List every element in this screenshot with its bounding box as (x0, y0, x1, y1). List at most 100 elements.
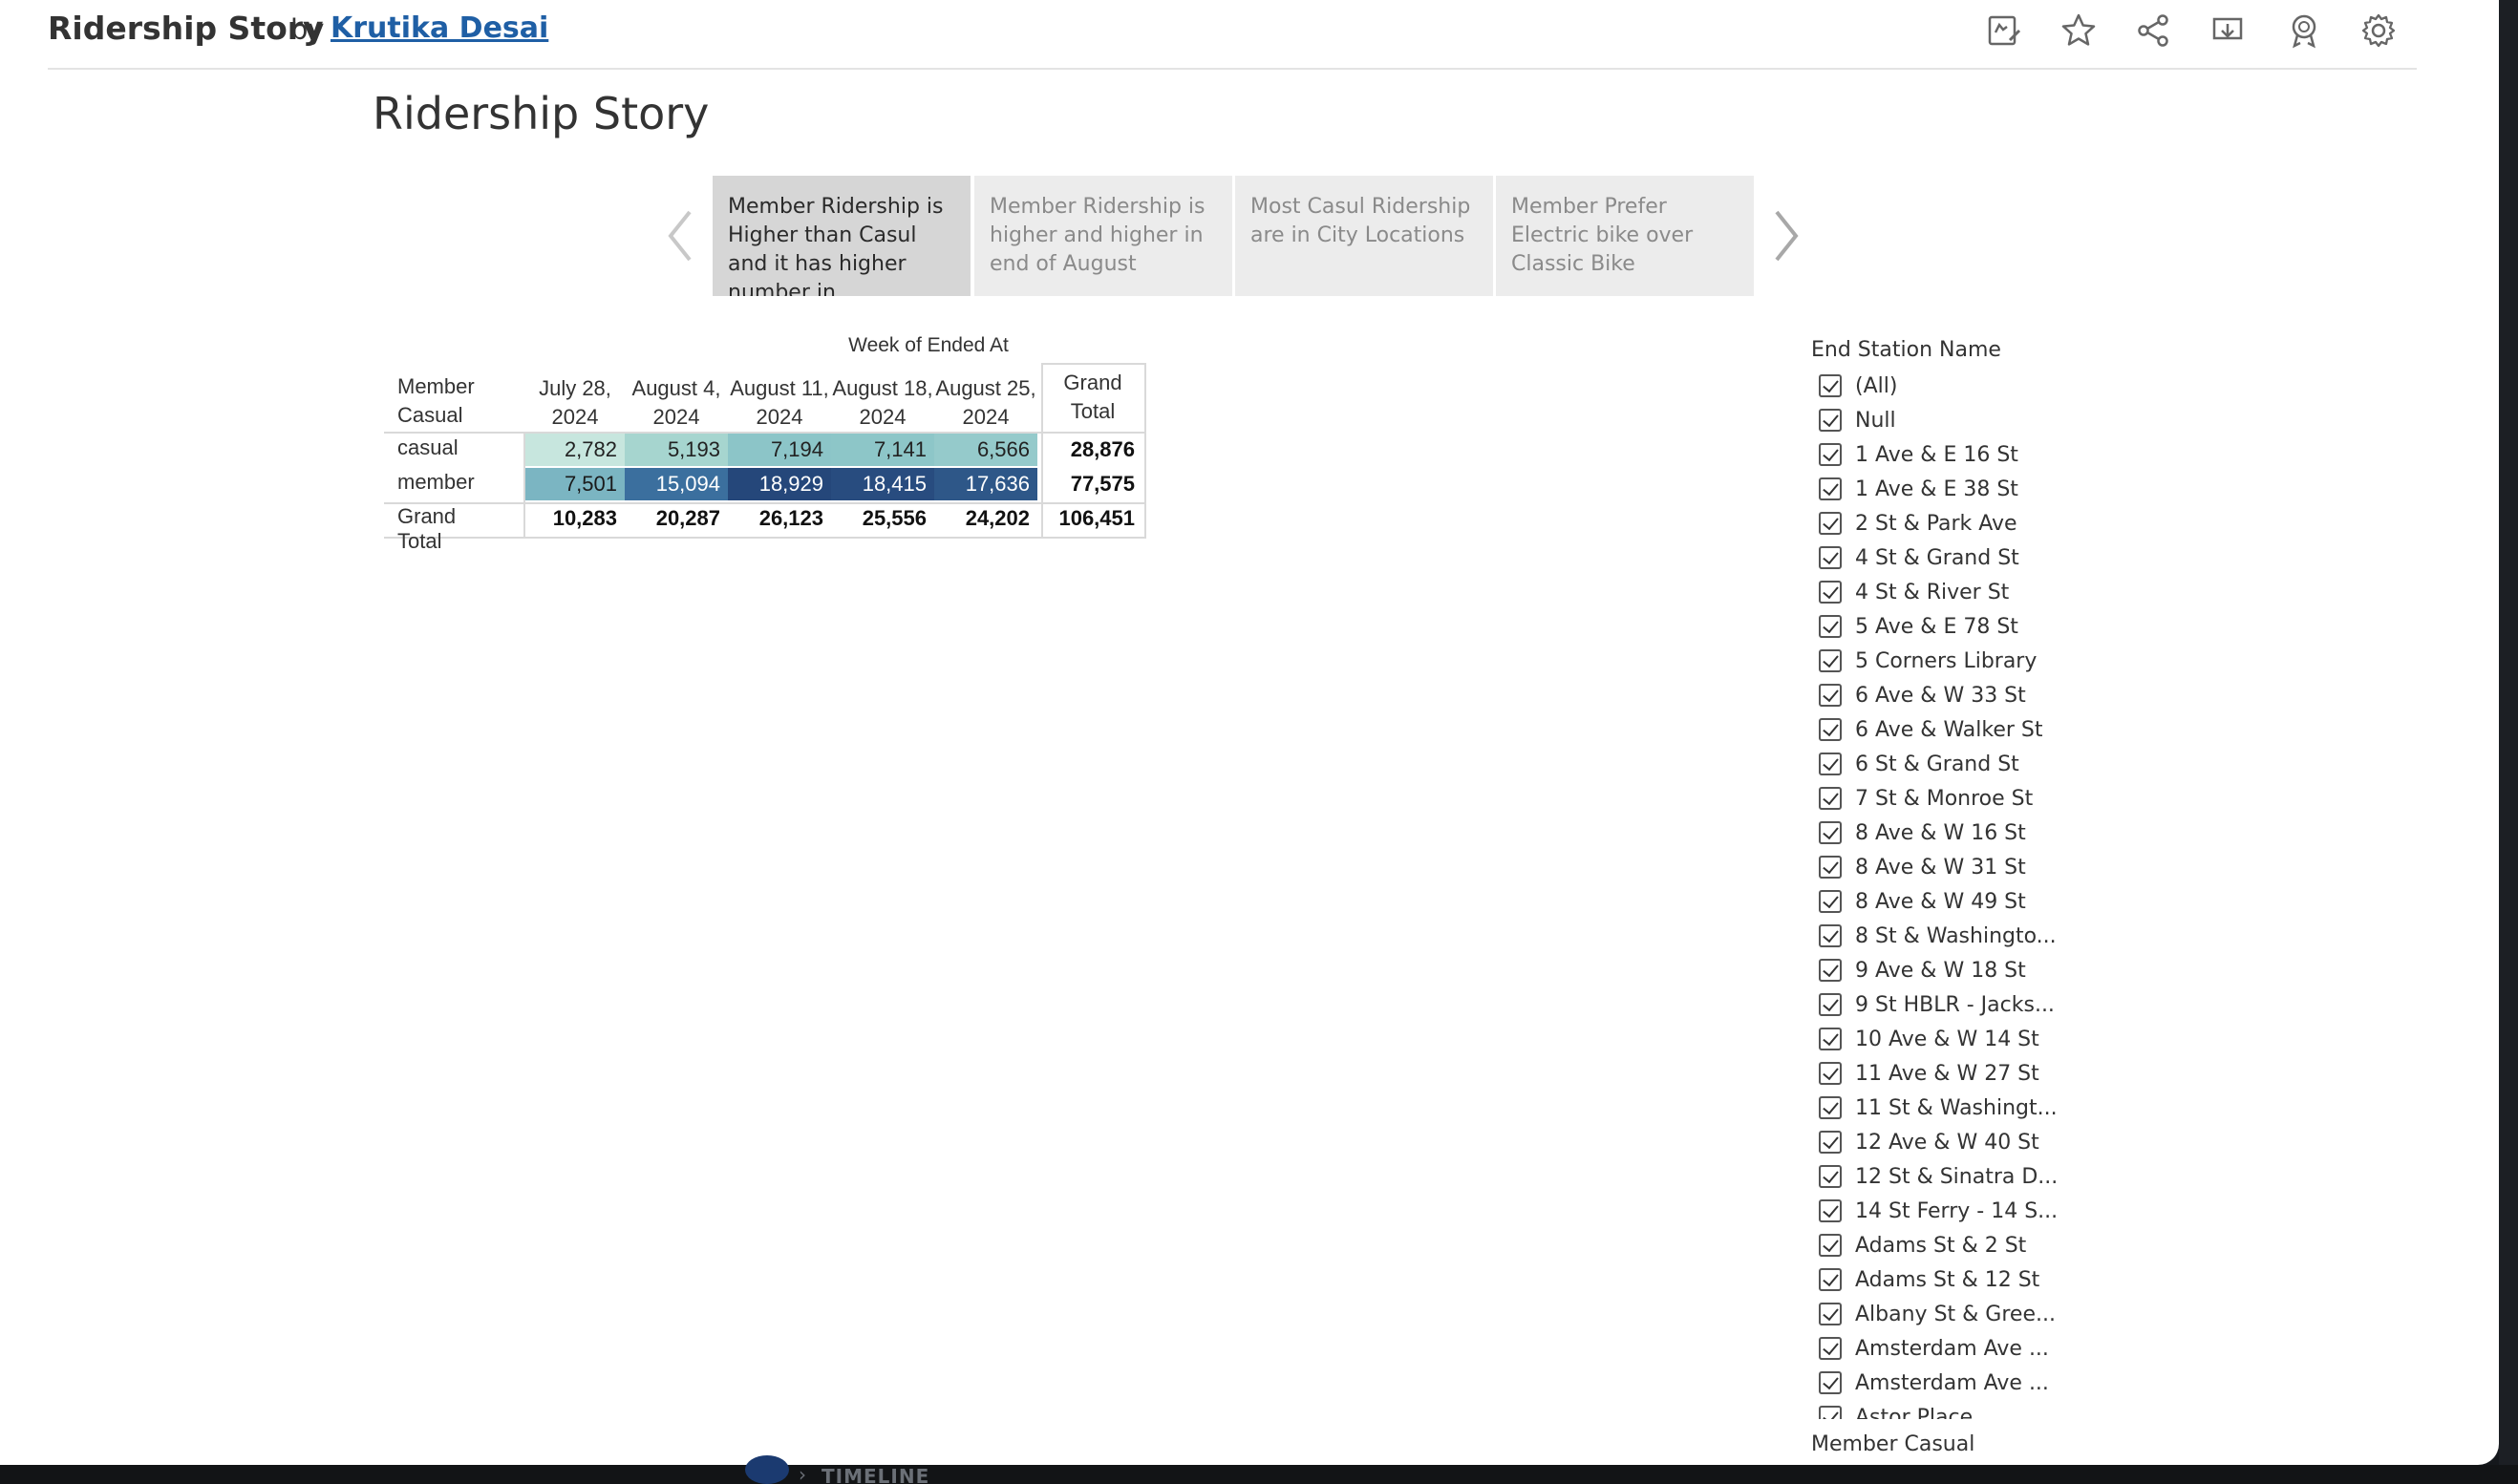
checkbox-checked-icon[interactable] (1819, 1371, 1842, 1394)
divider (1144, 363, 1146, 539)
filter-item[interactable]: 8 Ave & W 31 St (1815, 850, 2121, 884)
cell-casual-total[interactable]: 28,876 (1043, 434, 1142, 466)
filter-item[interactable]: 6 St & Grand St (1815, 747, 2121, 781)
story-point-4[interactable]: Member Prefer Electric bike over Classic… (1496, 176, 1754, 296)
cell-member-total[interactable]: 77,575 (1043, 468, 1142, 500)
cell-total-1[interactable]: 10,283 (525, 502, 625, 535)
checkbox-checked-icon[interactable] (1819, 821, 1842, 844)
badge-icon[interactable] (2285, 11, 2323, 50)
checkbox-checked-icon[interactable] (1819, 477, 1842, 500)
filter-item[interactable]: Albany St & Gree... (1815, 1297, 2121, 1331)
checkbox-checked-icon[interactable] (1819, 1234, 1842, 1257)
checkbox-checked-icon[interactable] (1819, 615, 1842, 638)
filter-item[interactable]: 1 Ave & E 38 St (1815, 472, 2121, 506)
filter-item[interactable]: 4 St & River St (1815, 575, 2121, 609)
story-point-1[interactable]: Member Ridership is Higher than Casul an… (713, 176, 971, 296)
filter-item[interactable]: Adams St & 12 St (1815, 1262, 2121, 1297)
checkbox-checked-icon[interactable] (1819, 443, 1842, 466)
cell-casual-5[interactable]: 6,566 (934, 434, 1037, 466)
filter-item[interactable]: 10 Ave & W 14 St (1815, 1022, 2121, 1056)
checkbox-checked-icon[interactable] (1819, 1165, 1842, 1188)
filter-item[interactable]: 12 Ave & W 40 St (1815, 1125, 2121, 1159)
filter-item-label: Adams St & 12 St (1855, 1267, 2040, 1292)
story-point-2[interactable]: Member Ridership is higher and higher in… (974, 176, 1232, 296)
checkbox-checked-icon[interactable] (1819, 1406, 1842, 1419)
cell-casual-4[interactable]: 7,141 (831, 434, 934, 466)
filter-item[interactable]: 2 St & Park Ave (1815, 506, 2121, 541)
checkbox-checked-icon[interactable] (1819, 924, 1842, 947)
filter-item-label: 1 Ave & E 16 St (1855, 442, 2018, 467)
checkbox-checked-icon[interactable] (1819, 993, 1842, 1016)
share-icon[interactable] (2134, 11, 2172, 50)
filter-item[interactable]: 8 Ave & W 49 St (1815, 884, 2121, 919)
cell-member-5[interactable]: 17,636 (934, 468, 1037, 500)
filter-item[interactable]: 4 St & Grand St (1815, 541, 2121, 575)
checkbox-checked-icon[interactable] (1819, 649, 1842, 672)
checkbox-checked-icon[interactable] (1819, 890, 1842, 913)
checkbox-checked-icon[interactable] (1819, 374, 1842, 397)
filter-item[interactable]: 9 St HBLR - Jacks... (1815, 987, 2121, 1022)
story-point-3[interactable]: Most Casul Ridership are in City Locatio… (1235, 176, 1493, 296)
checkbox-checked-icon[interactable] (1819, 581, 1842, 604)
checkbox-checked-icon[interactable] (1819, 1028, 1842, 1050)
cell-casual-1[interactable]: 2,782 (525, 434, 625, 466)
filter-item[interactable]: 11 St & Washingt... (1815, 1091, 2121, 1125)
checkbox-checked-icon[interactable] (1819, 1096, 1842, 1119)
cell-casual-3[interactable]: 7,194 (728, 434, 831, 466)
filter-item[interactable]: 14 St Ferry - 14 S... (1815, 1194, 2121, 1228)
checkbox-checked-icon[interactable] (1819, 1303, 1842, 1325)
filter-item[interactable]: Amsterdam Ave ... (1815, 1331, 2121, 1366)
download-icon[interactable] (2209, 11, 2247, 50)
filter-item[interactable]: 6 Ave & Walker St (1815, 712, 2121, 747)
chevron-right-icon[interactable] (1769, 208, 1803, 264)
checkbox-checked-icon[interactable] (1819, 959, 1842, 982)
settings-icon[interactable] (2359, 11, 2398, 50)
checkbox-checked-icon[interactable] (1819, 856, 1842, 879)
cell-total-4[interactable]: 25,556 (831, 502, 934, 535)
week-header-5: August 25, 2024 (935, 376, 1036, 429)
end-station-filter-list[interactable]: (All) Null 1 Ave & E 16 St 1 Ave & E 38 St 2… (1815, 369, 2121, 1419)
cell-total-3[interactable]: 26,123 (728, 502, 831, 535)
cell-casual-2[interactable]: 5,193 (625, 434, 728, 466)
chevron-right-icon: › (799, 1463, 806, 1484)
checkbox-checked-icon[interactable] (1819, 1337, 1842, 1360)
cell-member-3[interactable]: 18,929 (728, 468, 831, 500)
checkbox-checked-icon[interactable] (1819, 512, 1842, 535)
filter-item[interactable]: Null (1815, 403, 2121, 437)
filter-item[interactable]: 1 Ave & E 16 St (1815, 437, 2121, 472)
checkbox-checked-icon[interactable] (1819, 546, 1842, 569)
cell-grand-total[interactable]: 106,451 (1043, 502, 1142, 535)
star-icon[interactable] (2059, 11, 2098, 50)
filter-item[interactable]: 12 St & Sinatra D... (1815, 1159, 2121, 1194)
checkbox-checked-icon[interactable] (1819, 753, 1842, 775)
author-link[interactable]: Krutika Desai (331, 11, 548, 45)
checkbox-checked-icon[interactable] (1819, 1268, 1842, 1291)
checkbox-checked-icon[interactable] (1819, 1199, 1842, 1222)
cell-total-5[interactable]: 24,202 (934, 502, 1037, 535)
filter-item[interactable]: 8 Ave & W 16 St (1815, 816, 2121, 850)
checkbox-checked-icon[interactable] (1819, 1131, 1842, 1154)
filter-item[interactable]: Amsterdam Ave ... (1815, 1366, 2121, 1400)
filter-item[interactable]: 7 St & Monroe St (1815, 781, 2121, 816)
filter-item[interactable]: 9 Ave & W 18 St (1815, 953, 2121, 987)
filter-item[interactable]: Astor Place (1815, 1400, 2121, 1419)
edit-icon[interactable] (1985, 11, 2023, 50)
filter-item[interactable]: 6 Ave & W 33 St (1815, 678, 2121, 712)
filter-item-label: 9 Ave & W 18 St (1855, 958, 2026, 983)
checkbox-checked-icon[interactable] (1819, 787, 1842, 810)
cell-total-2[interactable]: 20,287 (625, 502, 728, 535)
filter-item[interactable]: (All) (1815, 369, 2121, 403)
filter-item[interactable]: 5 Corners Library (1815, 644, 2121, 678)
filter-item[interactable]: 5 Ave & E 78 St (1815, 609, 2121, 644)
checkbox-checked-icon[interactable] (1819, 1062, 1842, 1085)
filter-item[interactable]: Adams St & 2 St (1815, 1228, 2121, 1262)
checkbox-checked-icon[interactable] (1819, 409, 1842, 432)
checkbox-checked-icon[interactable] (1819, 718, 1842, 741)
filter-item[interactable]: 8 St & Washingto... (1815, 919, 2121, 953)
cell-member-1[interactable]: 7,501 (525, 468, 625, 500)
cell-member-2[interactable]: 15,094 (625, 468, 728, 500)
filter-item[interactable]: 11 Ave & W 27 St (1815, 1056, 2121, 1091)
cell-member-4[interactable]: 18,415 (831, 468, 934, 500)
checkbox-checked-icon[interactable] (1819, 684, 1842, 707)
chevron-left-icon[interactable] (663, 208, 697, 264)
